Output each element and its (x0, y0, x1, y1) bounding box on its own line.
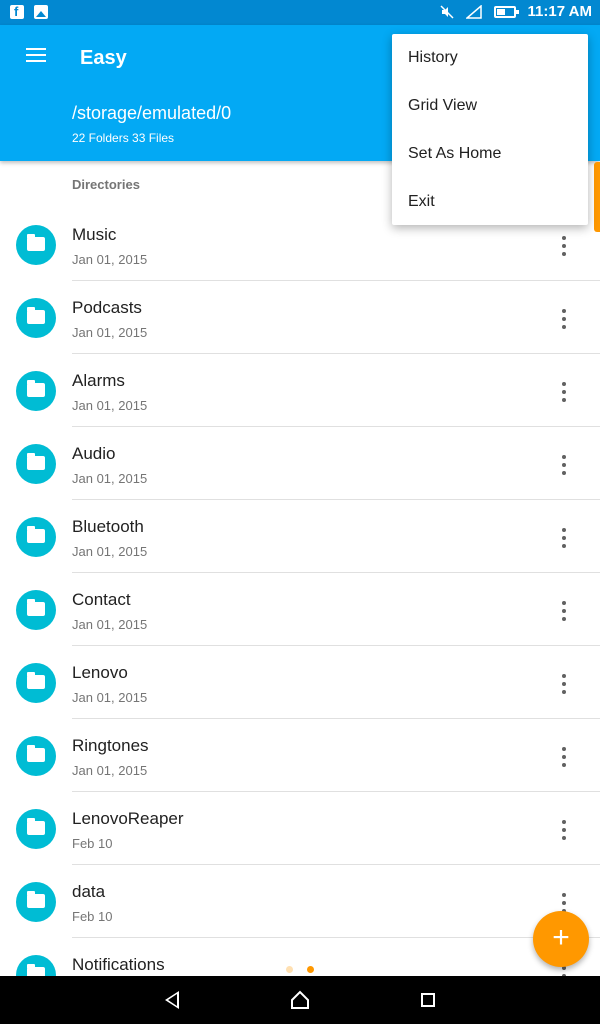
menu-item-set-as-home[interactable]: Set As Home (392, 130, 588, 178)
mute-icon (439, 4, 454, 19)
folder-icon (16, 225, 56, 265)
list-item[interactable]: Podcasts Jan 01, 2015 (0, 281, 600, 354)
folder-date: Jan 01, 2015 (72, 617, 148, 632)
hamburger-menu-icon[interactable] (26, 48, 46, 64)
folder-icon (16, 298, 56, 338)
list-item[interactable]: LenovoReaper Feb 10 (0, 792, 600, 865)
folder-name: data (72, 882, 106, 901)
more-options-icon[interactable] (556, 674, 572, 694)
list-item[interactable]: Alarms Jan 01, 2015 (0, 354, 600, 427)
home-icon[interactable] (290, 990, 310, 1010)
list-item[interactable]: Audio Jan 01, 2015 (0, 427, 600, 500)
folder-name: Ringtones (72, 736, 149, 755)
folder-date: Jan 01, 2015 (72, 690, 148, 705)
status-bar: 11:17 AM (0, 0, 600, 25)
facebook-icon (10, 4, 24, 19)
current-path: /storage/emulated/0 (72, 103, 232, 123)
more-options-icon[interactable] (556, 382, 572, 402)
folder-icon (16, 882, 56, 922)
list-item[interactable]: Bluetooth Jan 01, 2015 (0, 500, 600, 573)
list-item[interactable]: Lenovo Jan 01, 2015 (0, 646, 600, 719)
more-options-icon[interactable] (556, 893, 572, 913)
status-time: 11:17 AM (527, 3, 592, 20)
folder-icon (16, 736, 56, 776)
directory-list: Music Jan 01, 2015 Podcasts Jan 01, 2015… (0, 208, 600, 1011)
folder-file-counts: 22 Folders 33 Files (72, 131, 175, 145)
folder-name: Music (72, 225, 117, 244)
folder-icon (16, 444, 56, 484)
more-options-icon[interactable] (556, 820, 572, 840)
folder-date: Jan 01, 2015 (72, 398, 148, 413)
folder-icon (16, 371, 56, 411)
folder-name: Alarms (72, 371, 125, 390)
more-options-icon[interactable] (556, 309, 572, 329)
folder-icon (16, 590, 56, 630)
folder-icon (16, 663, 56, 703)
folder-date: Jan 01, 2015 (72, 252, 148, 267)
page-dot-active (307, 966, 314, 973)
folder-icon (16, 809, 56, 849)
folder-date: Jan 01, 2015 (72, 325, 148, 340)
folder-date: Jan 01, 2015 (72, 471, 148, 486)
app-screen: 11:17 AM Easy /storage/emulated/0 22 Fol… (0, 0, 600, 1024)
folder-date: Feb 10 (72, 836, 113, 851)
menu-item-history[interactable]: History (392, 34, 588, 82)
folder-date: Feb 10 (72, 909, 113, 924)
recent-apps-icon[interactable] (421, 993, 435, 1007)
image-icon (34, 5, 48, 19)
navigation-bar (0, 976, 600, 1024)
back-icon[interactable] (165, 991, 179, 1009)
list-item[interactable]: Contact Jan 01, 2015 (0, 573, 600, 646)
page-indicator (286, 966, 314, 973)
page-dot (286, 966, 293, 973)
folder-name: Audio (72, 444, 116, 463)
folder-name: Podcasts (72, 298, 142, 317)
add-button[interactable]: + (533, 911, 589, 967)
folder-name: Notifications (72, 955, 165, 974)
folder-icon (16, 517, 56, 557)
more-options-icon[interactable] (556, 236, 572, 256)
folder-name: Contact (72, 590, 131, 609)
menu-item-exit[interactable]: Exit (392, 178, 588, 226)
section-header-directories: Directories (72, 177, 140, 192)
folder-date: Jan 01, 2015 (72, 544, 148, 559)
folder-name: Lenovo (72, 663, 128, 682)
more-options-icon[interactable] (556, 601, 572, 621)
signal-icon (465, 4, 482, 19)
overflow-menu: History Grid View Set As Home Exit (392, 34, 588, 225)
more-options-icon[interactable] (556, 528, 572, 548)
folder-name: Bluetooth (72, 517, 144, 536)
folder-date: Jan 01, 2015 (72, 763, 148, 778)
list-item[interactable]: Ringtones Jan 01, 2015 (0, 719, 600, 792)
folder-name: LenovoReaper (72, 809, 184, 828)
list-item[interactable]: data Feb 10 (0, 865, 600, 938)
battery-icon (493, 5, 519, 18)
menu-item-grid-view[interactable]: Grid View (392, 82, 588, 130)
app-title: Easy (80, 47, 127, 69)
more-options-icon[interactable] (556, 455, 572, 475)
more-options-icon[interactable] (556, 747, 572, 767)
